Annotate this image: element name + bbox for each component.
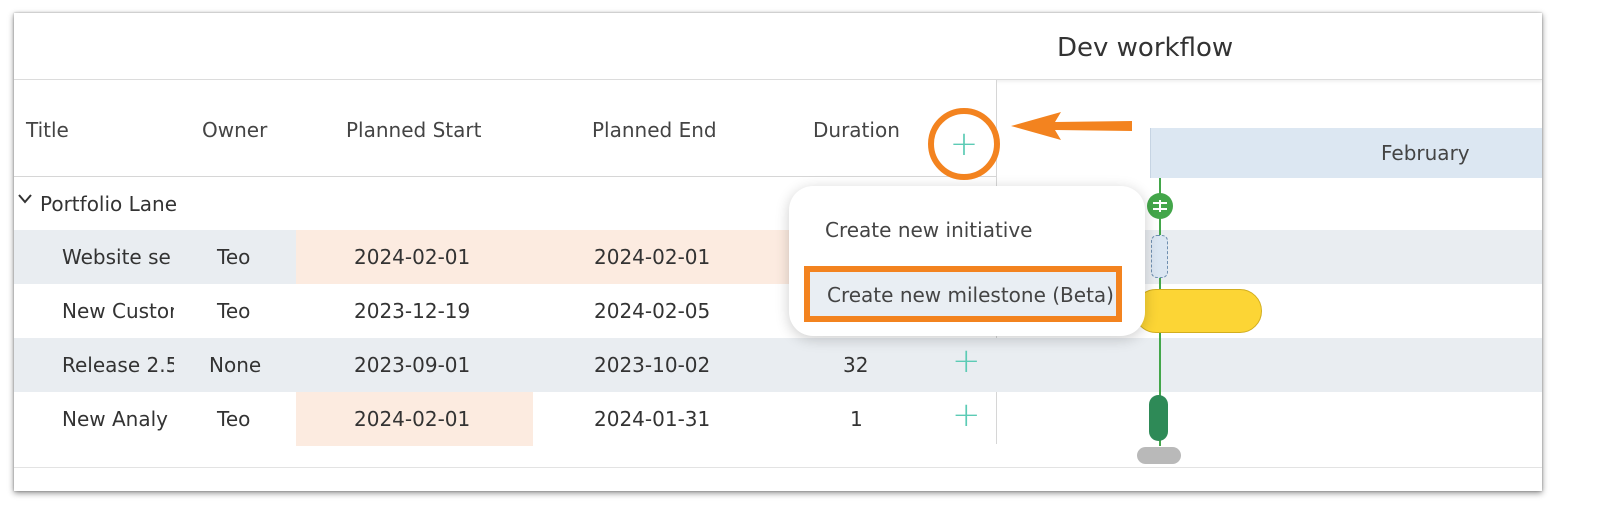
section-divider: [14, 467, 1542, 468]
top-bar: Dev workflow: [14, 13, 1542, 80]
row-title[interactable]: New Analy: [62, 407, 174, 431]
group-label: Portfolio Lane: [40, 192, 176, 216]
create-menu: Create new initiative Create new milesto…: [789, 186, 1145, 336]
row-planned-end[interactable]: 2024-02-05: [594, 299, 710, 323]
row-owner[interactable]: None: [209, 353, 261, 377]
table-row[interactable]: New Analy Teo 2024-02-01 2024-01-31 1 +: [14, 392, 1542, 446]
row-title[interactable]: Release 2.5: [62, 353, 174, 377]
column-header-duration[interactable]: Duration: [813, 118, 900, 142]
create-milestone-menu-item[interactable]: Create new milestone (Beta): [827, 283, 1114, 307]
add-button[interactable]: +: [928, 108, 1000, 180]
column-header-planned-start[interactable]: Planned Start: [346, 118, 481, 142]
gantt-milestone-bar[interactable]: [1149, 395, 1168, 441]
row-owner[interactable]: Teo: [217, 407, 250, 431]
plus-icon[interactable]: +: [950, 127, 979, 161]
today-marker-icon[interactable]: [1147, 193, 1173, 219]
column-header-owner[interactable]: Owner: [202, 118, 267, 142]
table-row[interactable]: Website se Teo 2024-02-01 2024-02-01: [14, 230, 1542, 284]
row-title[interactable]: Website se: [62, 245, 174, 269]
app-window: Dev workflow Title Owner Planned Start P…: [14, 13, 1542, 491]
create-milestone-highlight[interactable]: Create new milestone (Beta): [804, 266, 1122, 322]
table-row[interactable]: Release 2.5 None 2023-09-01 2023-10-02 3…: [14, 338, 1542, 392]
column-header-title[interactable]: Title: [26, 118, 69, 142]
chevron-down-icon[interactable]: [18, 194, 32, 204]
annotation-arrow-icon: [1011, 112, 1132, 140]
row-planned-end[interactable]: 2024-02-01: [594, 245, 710, 269]
row-planned-end[interactable]: 2024-01-31: [594, 407, 710, 431]
row-owner[interactable]: Teo: [217, 245, 250, 269]
row-planned-start[interactable]: 2024-02-01: [354, 407, 470, 431]
today-marker-glyph-icon: [1153, 200, 1167, 212]
row-planned-end[interactable]: 2023-10-02: [594, 353, 710, 377]
timeline-month-header: February: [1150, 128, 1542, 178]
gantt-placeholder-bar[interactable]: [1151, 235, 1168, 278]
row-planned-start[interactable]: 2023-09-01: [354, 353, 470, 377]
timeline-scroll-handle[interactable]: [1137, 447, 1181, 464]
table-header: Title Owner Planned Start Planned End Du…: [14, 80, 996, 177]
gantt-bar[interactable]: [1134, 289, 1262, 333]
row-duration[interactable]: 32: [843, 353, 868, 377]
row-planned-start[interactable]: 2023-12-19: [354, 299, 470, 323]
add-row-plus-icon[interactable]: +: [952, 344, 981, 378]
workflow-title: Dev workflow: [1057, 33, 1234, 63]
create-initiative-menu-item[interactable]: Create new initiative: [825, 218, 1033, 242]
add-row-plus-icon[interactable]: +: [952, 398, 981, 432]
row-title[interactable]: New Custor: [62, 299, 174, 323]
table-row[interactable]: New Custor Teo 2023-12-19 2024-02-05: [14, 284, 1542, 338]
row-planned-start[interactable]: 2024-02-01: [354, 245, 470, 269]
row-duration[interactable]: 1: [850, 407, 863, 431]
month-label: February: [1381, 141, 1470, 165]
column-header-planned-end[interactable]: Planned End: [592, 118, 717, 142]
row-owner[interactable]: Teo: [217, 299, 250, 323]
